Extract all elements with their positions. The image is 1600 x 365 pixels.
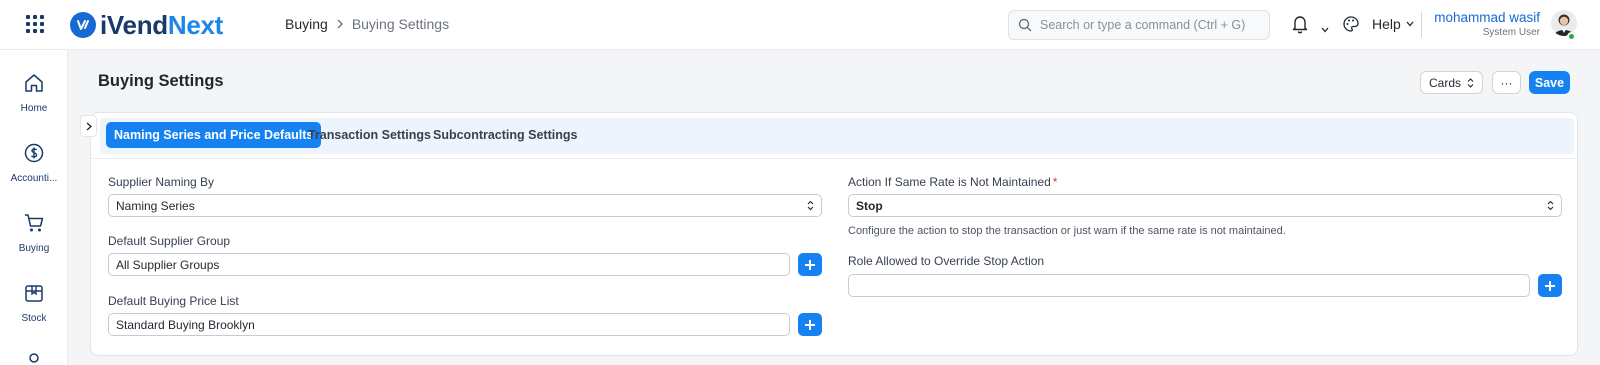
dollar-icon	[24, 143, 44, 163]
brand-logo[interactable]: iVendNext	[70, 10, 223, 40]
supplier-naming-value: Naming Series	[116, 198, 195, 213]
navbar-divider	[1421, 12, 1422, 38]
sidebar-item-label: Accounti...	[10, 173, 58, 184]
tabs-divider	[91, 158, 1577, 159]
sidebar: Home Accounti... Buying Stock	[0, 50, 68, 365]
override-role-field[interactable]	[848, 274, 1530, 297]
user-name: mohammad wasif	[1434, 10, 1540, 25]
override-role-label: Role Allowed to Override Stop Action	[848, 254, 1045, 268]
person-icon	[29, 353, 39, 363]
required-asterisk: *	[1052, 175, 1058, 189]
price-list-value: Standard Buying Brooklyn	[116, 317, 255, 332]
sidebar-item-label: Stock	[21, 313, 47, 324]
notification-bell-icon[interactable]	[1291, 14, 1309, 39]
top-navbar: iVendNext Buying Buying Settings Help mo…	[0, 0, 1600, 50]
supplier-group-field[interactable]: All Supplier Groups	[108, 253, 790, 276]
sidebar-item-accounting[interactable]: Accounti...	[0, 142, 68, 184]
save-button[interactable]: Save	[1529, 71, 1570, 94]
theme-palette-icon[interactable]	[1342, 15, 1360, 38]
price-list-field[interactable]: Standard Buying Brooklyn	[108, 313, 790, 336]
select-updown-icon	[1547, 200, 1554, 211]
select-updown-icon	[807, 200, 814, 211]
help-menu[interactable]: Help	[1372, 16, 1414, 32]
tab-transaction-settings[interactable]: Transaction Settings	[300, 122, 439, 148]
supplier-group-label: Default Supplier Group	[108, 234, 231, 248]
sidebar-toggle-button[interactable]	[80, 115, 97, 137]
sidebar-item-more[interactable]	[0, 350, 68, 365]
cart-icon	[25, 214, 44, 232]
brand-name: iVendNext	[100, 9, 224, 40]
rate-action-value: Stop	[856, 198, 883, 213]
chevron-right-icon	[86, 122, 92, 130]
rate-action-select[interactable]: Stop	[848, 194, 1562, 217]
supplier-naming-label: Supplier Naming By	[108, 175, 215, 189]
breadcrumb-separator-icon	[336, 17, 344, 32]
home-icon	[25, 74, 43, 92]
tab-subcontracting-settings[interactable]: Subcontracting Settings	[425, 122, 585, 148]
supplier-naming-select[interactable]: Naming Series	[108, 194, 822, 217]
sidebar-item-buying[interactable]: Buying	[0, 212, 68, 254]
help-chevron-down-icon	[1406, 21, 1414, 27]
page-title: Buying Settings	[98, 72, 224, 90]
supplier-group-value: All Supplier Groups	[116, 257, 220, 272]
plus-icon	[1545, 280, 1555, 291]
rate-action-description: Configure the action to stop the transac…	[848, 225, 1286, 237]
cards-view-select[interactable]: Cards	[1420, 71, 1483, 94]
sidebar-item-label: Buying	[18, 243, 50, 254]
plus-icon	[805, 319, 815, 330]
breadcrumb: Buying Buying Settings	[285, 16, 449, 32]
more-actions-button[interactable]: ···	[1492, 71, 1521, 94]
price-list-label: Default Buying Price List	[108, 294, 239, 308]
search-input[interactable]	[1040, 18, 1260, 32]
brand-logo-icon	[70, 12, 96, 38]
box-icon	[25, 285, 43, 302]
apps-grid-icon[interactable]	[26, 15, 44, 33]
rate-action-label: Action If Same Rate is Not Maintained *	[848, 175, 1058, 189]
help-label: Help	[1372, 16, 1401, 32]
form-tabs: Naming Series and Price Defaults Transac…	[100, 118, 1574, 154]
sidebar-item-home[interactable]: Home	[0, 72, 68, 114]
user-menu[interactable]: mohammad wasif System User	[1434, 10, 1540, 38]
sidebar-item-stock[interactable]: Stock	[0, 282, 68, 324]
user-role: System User	[1482, 27, 1540, 38]
add-supplier-group-button[interactable]	[798, 253, 822, 276]
tab-naming-series[interactable]: Naming Series and Price Defaults	[106, 122, 322, 148]
updown-icon	[1467, 77, 1474, 88]
add-override-role-button[interactable]	[1538, 274, 1562, 297]
notifications-dropdown-chevron-icon[interactable]	[1321, 20, 1329, 38]
add-price-list-button[interactable]	[798, 313, 822, 336]
breadcrumb-buying[interactable]: Buying	[285, 16, 328, 32]
search-icon	[1018, 18, 1032, 32]
cards-label: Cards	[1428, 75, 1461, 90]
more-dots-icon: ···	[1500, 75, 1513, 90]
online-status-dot	[1567, 32, 1576, 41]
search-box[interactable]	[1008, 10, 1270, 40]
breadcrumb-buying-settings[interactable]: Buying Settings	[352, 16, 449, 32]
sidebar-item-label: Home	[20, 103, 48, 114]
plus-icon	[805, 259, 815, 270]
